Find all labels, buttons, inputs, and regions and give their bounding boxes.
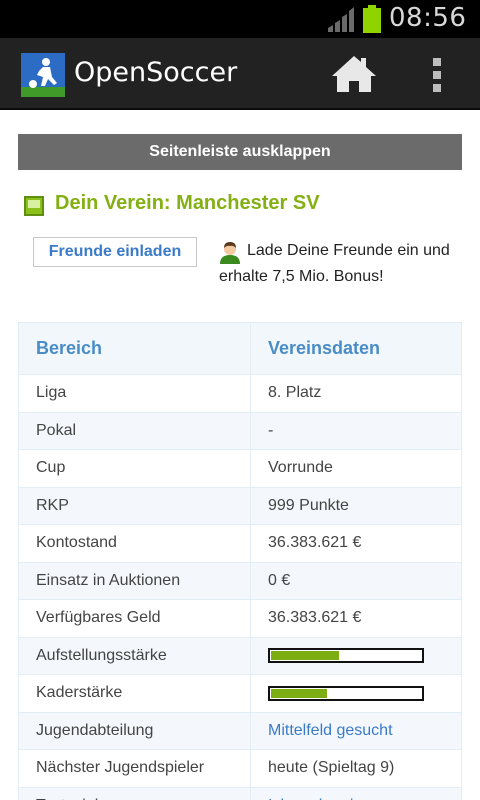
- app-logo-icon: [21, 53, 65, 97]
- progress-fill: [271, 651, 340, 661]
- row-label: Testspiele: [18, 786, 251, 800]
- club-title: Dein Verein: Manchester SV: [55, 192, 320, 214]
- app-title: OpenSoccer: [74, 57, 238, 88]
- row-label: Cup: [18, 449, 251, 488]
- row-value: 0 €: [250, 561, 462, 600]
- row-label: Aufstellungsstärke: [18, 636, 251, 675]
- row-value: 36.383.621 €: [250, 524, 462, 563]
- table-row: Cup Vorrunde: [18, 449, 462, 488]
- row-label: RKP: [18, 486, 251, 525]
- row-label: Jugendabteilung: [18, 711, 251, 750]
- table-row: Pokal -: [18, 411, 462, 450]
- column-header-vereinsdaten: Vereinsdaten: [250, 322, 462, 375]
- table-row: Nächster Jugendspieler heute (Spieltag 9…: [18, 749, 462, 788]
- row-label: Kaderstärke: [18, 674, 251, 713]
- row-value: Vorrunde: [250, 449, 462, 488]
- row-value: -: [250, 411, 462, 450]
- table-row: Einsatz in Auktionen 0 €: [18, 561, 462, 600]
- row-value: 8. Platz: [250, 374, 462, 413]
- squad-strength-bar: [268, 685, 424, 701]
- table-row: Kontostand 36.383.621 €: [18, 524, 462, 563]
- row-label: Verfügbares Geld: [18, 599, 251, 638]
- table-row: RKP 999 Punkte: [18, 486, 462, 525]
- status-bar: 08:56: [0, 0, 480, 38]
- home-icon[interactable]: [328, 50, 380, 98]
- table-row: Testspiele Ich suche einen: [18, 786, 462, 800]
- row-label: Kontostand: [18, 524, 251, 563]
- table-row: Aufstellungsstärke: [18, 636, 462, 675]
- row-label: Liga: [18, 374, 251, 413]
- action-bar: OpenSoccer: [0, 38, 480, 110]
- row-value: 999 Punkte: [250, 486, 462, 525]
- youth-department-link[interactable]: Mittelfeld gesucht: [250, 711, 462, 750]
- table-row: Verfügbares Geld 36.383.621 €: [18, 599, 462, 638]
- table-header-row: Bereich Vereinsdaten: [18, 322, 462, 375]
- table-row: Liga 8. Platz: [18, 374, 462, 413]
- friendly-matches-link[interactable]: Ich suche einen: [250, 786, 462, 800]
- expand-sidebar-button[interactable]: Seitenleiste ausklappen: [18, 134, 462, 170]
- clock: 08:56: [389, 3, 467, 33]
- row-label: Einsatz in Auktionen: [18, 561, 251, 600]
- row-value: heute (Spieltag 9): [250, 749, 462, 788]
- table-row: Kaderstärke: [18, 674, 462, 713]
- club-data-table: Bereich Vereinsdaten Liga 8. Platz Pokal…: [18, 322, 462, 800]
- table-row: Jugendabteilung Mittelfeld gesucht: [18, 711, 462, 750]
- lineup-strength-bar: [268, 648, 424, 664]
- overflow-menu-icon[interactable]: [420, 50, 456, 98]
- invite-promo-text: Lade Deine Freunde ein und erhalte 7,5 M…: [219, 242, 450, 285]
- row-label: Nächster Jugendspieler: [18, 749, 251, 788]
- main-content: Seitenleiste ausklappen Dein Verein: Man…: [0, 110, 480, 800]
- row-label: Pokal: [18, 411, 251, 450]
- row-value: [250, 636, 462, 675]
- battery-icon: [363, 5, 381, 33]
- progress-fill: [271, 688, 328, 698]
- invite-friends-button[interactable]: Freunde einladen: [33, 237, 197, 267]
- column-header-bereich: Bereich: [18, 322, 251, 375]
- row-value: 36.383.621 €: [250, 599, 462, 638]
- row-value: [250, 674, 462, 713]
- club-icon: [24, 196, 44, 216]
- signal-icon: [328, 7, 354, 32]
